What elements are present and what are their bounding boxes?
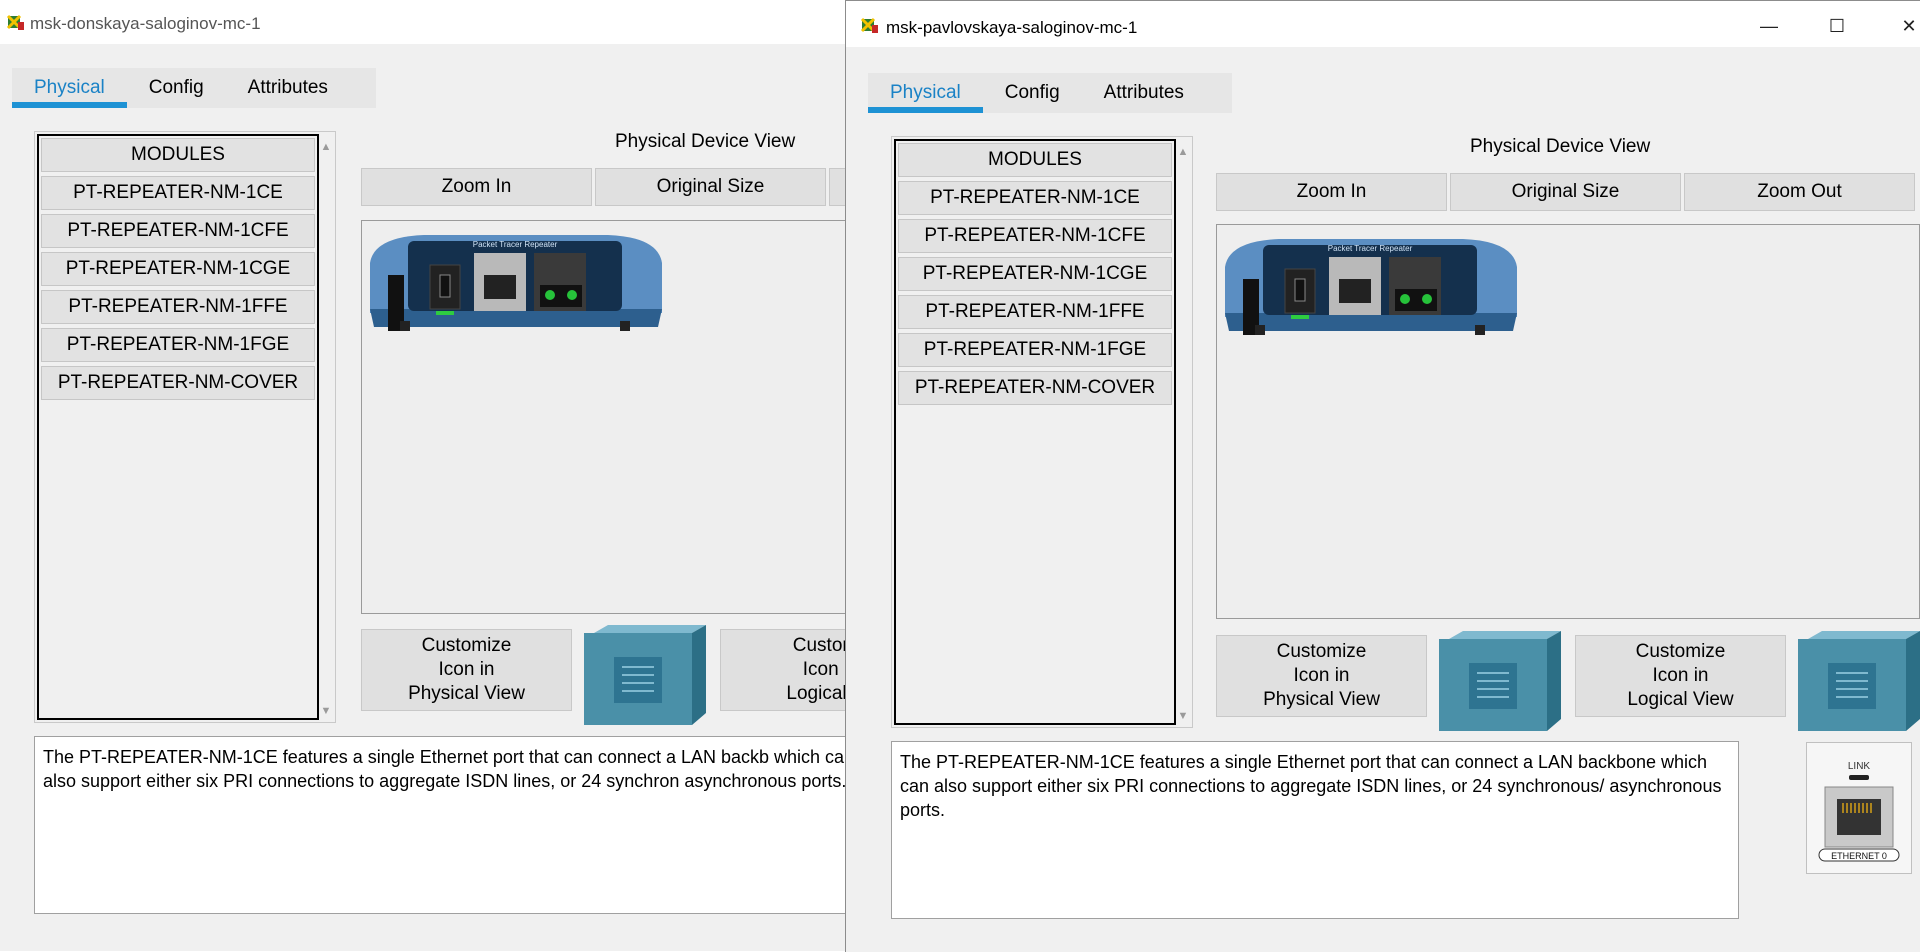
module-item[interactable]: PT-REPEATER-NM-1FFE [898,295,1172,329]
modules-scrollbar[interactable]: ▲ ▼ [1176,139,1190,725]
tab-physical[interactable]: Physical [868,73,983,113]
module-item[interactable]: PT-REPEATER-NM-1CGE [898,257,1172,291]
tab-attributes[interactable]: Attributes [226,68,350,108]
device-viewport[interactable]: Packet Tracer Repeater [361,220,846,614]
module-item[interactable]: PT-REPEATER-NM-1FFE [41,290,315,324]
close-icon[interactable]: ✕ [1886,11,1920,41]
window-donskaya: msk-donskaya-saloginov-mc-1 Physical Con… [0,0,846,951]
tab-bar: Physical Config Attributes [12,68,376,108]
app-icon [6,14,24,30]
tab-attributes[interactable]: Attributes [1082,73,1206,113]
modules-scrollbar[interactable]: ▲ ▼ [319,134,333,720]
customize-physical-icon-button[interactable]: Customize Icon in Physical View [361,629,572,711]
svg-text:LINK: LINK [1848,761,1871,772]
minimize-icon[interactable]: — [1746,11,1792,41]
title-bar[interactable]: msk-pavlovskaya-saloginov-mc-1 — ☐ ✕ [846,1,1920,47]
svg-text:Packet Tracer Repeater: Packet Tracer Repeater [473,240,558,249]
device-viewport[interactable]: Packet Tracer Repeater [1216,224,1920,619]
scroll-down-icon[interactable]: ▼ [1176,709,1190,723]
zoom-in-button[interactable]: Zoom In [361,168,592,206]
svg-text:Packet Tracer Repeater: Packet Tracer Repeater [1328,244,1413,253]
module-cube-icon [1798,631,1920,731]
tab-bar: Physical Config Attributes [868,73,1232,113]
tab-physical[interactable]: Physical [12,68,127,108]
repeater-device-image[interactable]: Packet Tracer Repeater [1219,227,1521,335]
module-cube-icon [1439,631,1561,731]
original-size-button[interactable]: Original Size [1450,173,1681,211]
module-item[interactable]: PT-REPEATER-NM-1CE [41,176,315,210]
module-item[interactable]: PT-REPEATER-NM-1FGE [898,333,1172,367]
ethernet-port-icon: LINK ETHERNET 0 [1806,742,1912,874]
zoom-in-button[interactable]: Zoom In [1216,173,1447,211]
zoom-controls: Zoom In Original Size [361,168,846,206]
modules-header: MODULES [41,138,315,172]
scroll-down-icon[interactable]: ▼ [319,704,333,718]
modules-panel: MODULES PT-REPEATER-NM-1CE PT-REPEATER-N… [34,131,336,723]
module-cube-icon [584,625,706,725]
window-title: msk-pavlovskaya-saloginov-mc-1 [886,18,1138,37]
modules-list[interactable]: MODULES PT-REPEATER-NM-1CE PT-REPEATER-N… [894,139,1176,725]
module-item[interactable]: PT-REPEATER-NM-1CE [898,181,1172,215]
module-description: The PT-REPEATER-NM-1CE features a single… [891,741,1739,919]
module-description: The PT-REPEATER-NM-1CE features a single… [34,736,846,914]
app-icon [860,17,878,33]
zoom-out-button[interactable]: Zoom Out [1684,173,1915,211]
maximize-icon[interactable]: ☐ [1814,11,1860,41]
scroll-up-icon[interactable]: ▲ [1176,145,1190,159]
modules-header: MODULES [898,143,1172,177]
module-item[interactable]: PT-REPEATER-NM-1FGE [41,328,315,362]
customize-logical-icon-button[interactable]: Customize Icon in Logical View [1575,635,1786,717]
window-title: msk-donskaya-saloginov-mc-1 [30,14,261,33]
customize-logical-icon-button[interactable]: Custom Icon i Logical V [720,629,846,711]
customize-row: Customize Icon in Physical View Custom I… [361,625,846,725]
scroll-up-icon[interactable]: ▲ [319,140,333,154]
physical-device-view-label: Physical Device View [615,131,796,152]
module-item[interactable]: PT-REPEATER-NM-1CGE [41,252,315,286]
zoom-out-button[interactable] [829,168,846,206]
module-item[interactable]: PT-REPEATER-NM-1CFE [41,214,315,248]
original-size-button[interactable]: Original Size [595,168,826,206]
module-item[interactable]: PT-REPEATER-NM-COVER [41,366,315,400]
modules-panel: MODULES PT-REPEATER-NM-1CE PT-REPEATER-N… [891,136,1193,728]
module-item[interactable]: PT-REPEATER-NM-1CFE [898,219,1172,253]
tab-config[interactable]: Config [127,68,226,108]
window-pavlovskaya: msk-pavlovskaya-saloginov-mc-1 — ☐ ✕ Phy… [845,0,1920,952]
physical-device-view-label: Physical Device View [1470,136,1651,157]
customize-row: Customize Icon in Physical View Customiz… [1216,631,1920,731]
zoom-controls: Zoom In Original Size Zoom Out [1216,173,1915,211]
modules-list[interactable]: MODULES PT-REPEATER-NM-1CE PT-REPEATER-N… [37,134,319,720]
tab-config[interactable]: Config [983,73,1082,113]
svg-text:ETHERNET 0: ETHERNET 0 [1831,851,1887,861]
module-item[interactable]: PT-REPEATER-NM-COVER [898,371,1172,405]
customize-physical-icon-button[interactable]: Customize Icon in Physical View [1216,635,1427,717]
title-bar[interactable]: msk-donskaya-saloginov-mc-1 [0,0,846,44]
repeater-device-image[interactable]: Packet Tracer Repeater [364,223,666,331]
